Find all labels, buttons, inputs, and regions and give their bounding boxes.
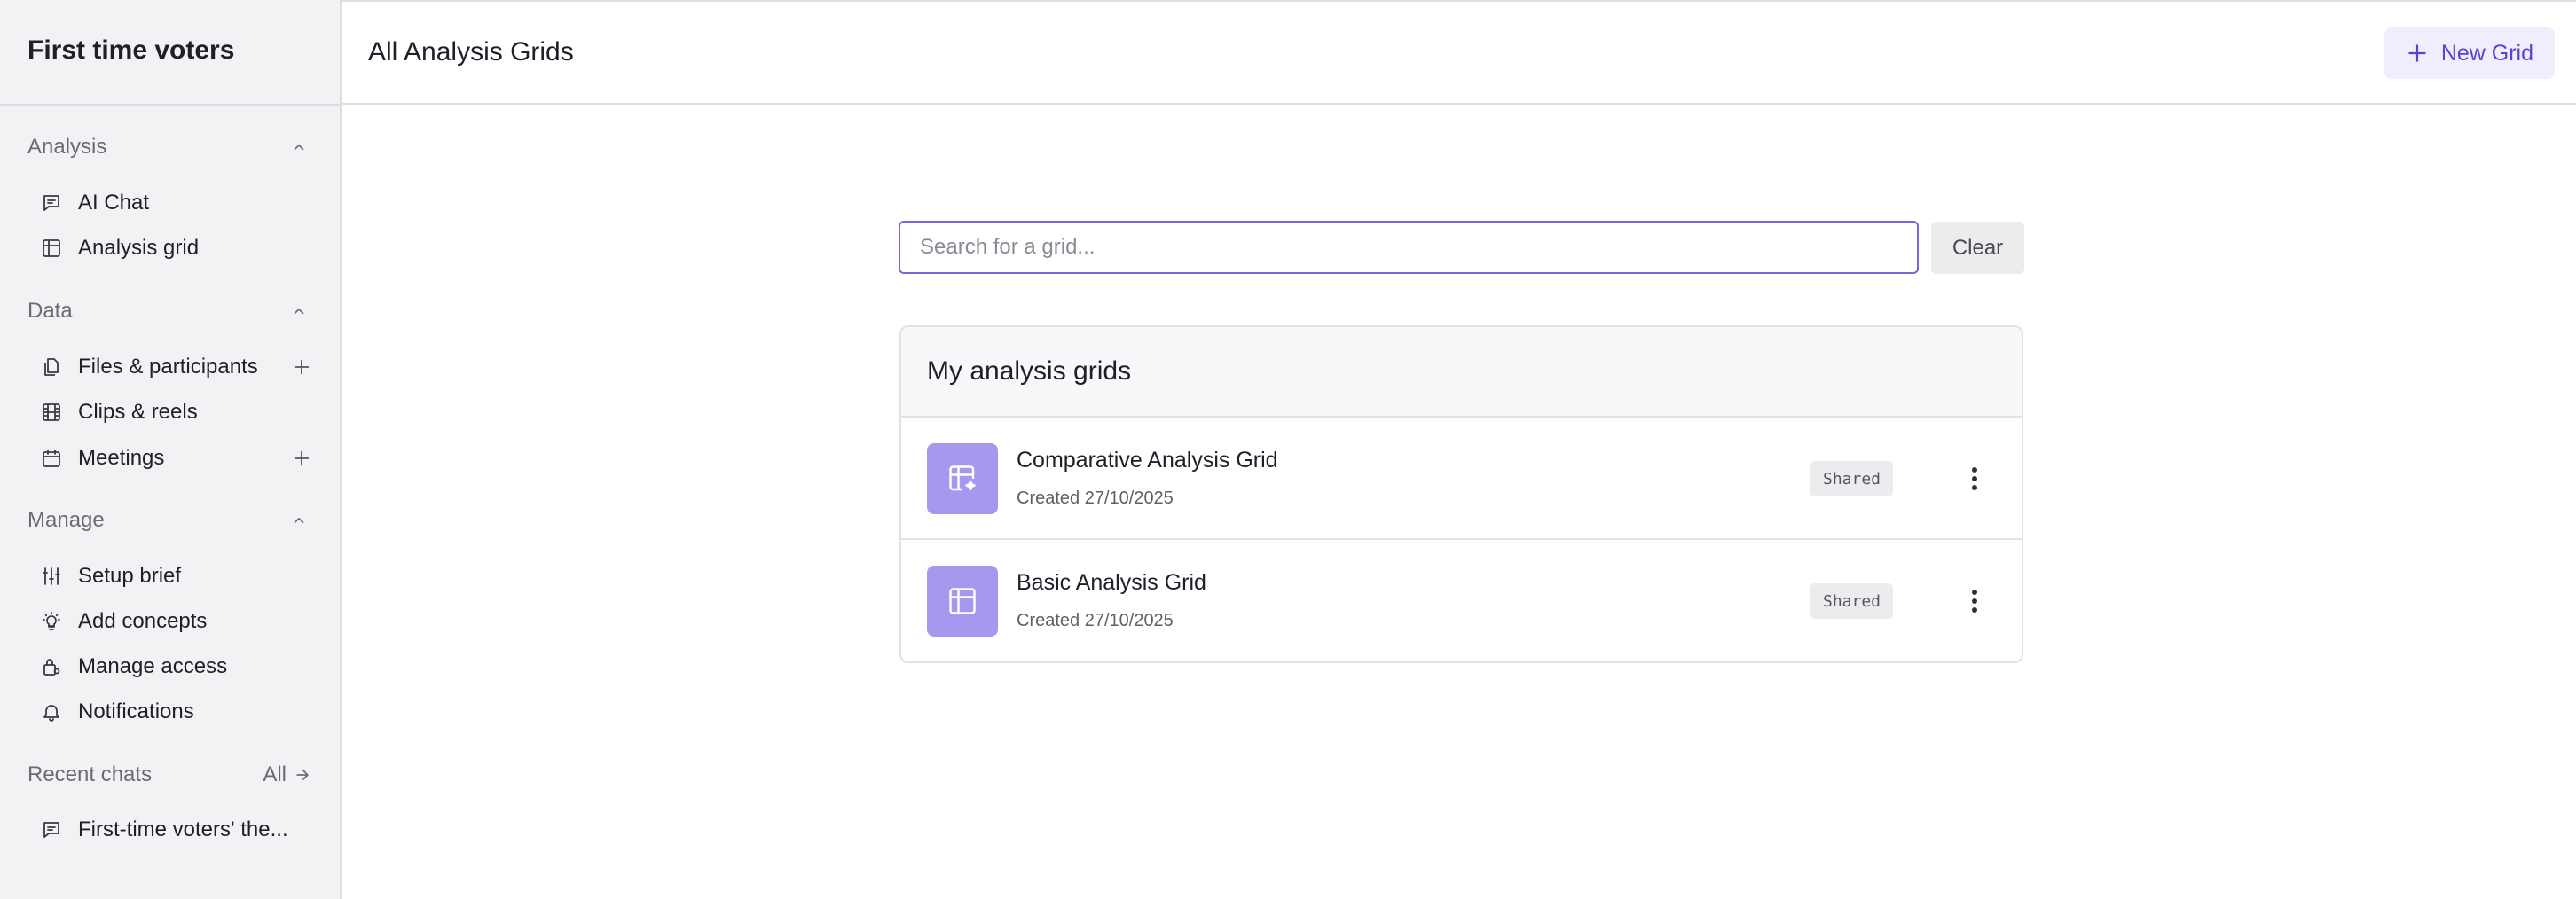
- search-input[interactable]: [899, 221, 1919, 274]
- sidebar-item-setup-brief[interactable]: Setup brief: [39, 557, 314, 596]
- calendar-icon: [39, 446, 64, 471]
- sidebar-item-label: Notifications: [78, 700, 194, 723]
- table-icon: [39, 236, 64, 261]
- sliders-icon: [39, 564, 64, 589]
- sidebar-item-ai-chat[interactable]: AI Chat: [39, 184, 314, 223]
- sidebar-item-label: Analysis grid: [78, 236, 200, 260]
- card-header: My analysis grids: [901, 327, 2022, 418]
- project-title: First time voters: [27, 35, 235, 65]
- chat-icon: [39, 191, 64, 215]
- sidebar-item-add-concepts[interactable]: Add concepts: [39, 602, 314, 641]
- grid-name[interactable]: Comparative Analysis Grid: [1017, 448, 1278, 473]
- new-grid-label: New Grid: [2440, 40, 2533, 66]
- section-data[interactable]: Data: [27, 293, 311, 329]
- lock-gear-icon: [39, 654, 64, 679]
- shared-badge: Shared: [1810, 583, 1894, 619]
- app: First time voters Analysis AI Chat Analy…: [0, 0, 2576, 899]
- grid-created-date: Created 27/10/2025: [1017, 611, 1174, 630]
- sidebar-item-analysis-grid[interactable]: Analysis grid: [39, 229, 314, 268]
- sidebar-item-label: Clips & reels: [78, 400, 198, 424]
- film-icon: [39, 400, 64, 425]
- sidebar-item-label: Meetings: [78, 446, 165, 470]
- section-recent-chats: Recent chats All: [27, 757, 311, 793]
- sidebar-divider: [0, 104, 340, 106]
- section-analysis[interactable]: Analysis: [27, 129, 311, 165]
- shared-badge: Shared: [1810, 461, 1894, 496]
- plus-icon[interactable]: [289, 355, 314, 379]
- sidebar: First time voters Analysis AI Chat Analy…: [0, 0, 342, 899]
- sidebar-item-notifications[interactable]: Notifications: [39, 692, 314, 731]
- lightbulb-icon: [39, 609, 64, 634]
- grid-row[interactable]: Comparative Analysis Grid Created 27/10/…: [901, 418, 2022, 540]
- bell-icon: [39, 700, 64, 724]
- grid-name[interactable]: Basic Analysis Grid: [1017, 570, 1206, 596]
- section-data-label: Data: [27, 299, 73, 323]
- chevron-up-icon[interactable]: [287, 299, 311, 324]
- card-heading: My analysis grids: [927, 356, 1132, 386]
- table-sparkle-icon: [927, 443, 998, 514]
- recent-chat-item[interactable]: First-time voters' the...: [39, 810, 314, 849]
- sidebar-item-meetings[interactable]: Meetings: [39, 439, 314, 478]
- top-header: All Analysis Grids New Grid: [342, 0, 2576, 105]
- analysis-grids-card: My analysis grids Comparative Analysis G…: [899, 325, 2023, 663]
- recent-all-link[interactable]: All: [263, 762, 311, 787]
- sidebar-item-manage-access[interactable]: Manage access: [39, 647, 314, 686]
- chat-icon: [39, 817, 64, 842]
- sidebar-item-clips[interactable]: Clips & reels: [39, 393, 314, 432]
- sidebar-item-label: Add concepts: [78, 609, 208, 633]
- plus-icon[interactable]: [289, 446, 314, 471]
- plus-icon: [2408, 44, 2426, 62]
- sidebar-item-label: Setup brief: [78, 564, 182, 588]
- arrow-right-icon: [296, 770, 309, 780]
- more-options-icon[interactable]: [1957, 583, 1992, 619]
- section-recent-label: Recent chats: [27, 762, 153, 786]
- grid-created-date: Created 27/10/2025: [1017, 489, 1174, 508]
- sidebar-item-label: Files & participants: [78, 355, 258, 379]
- more-options-icon[interactable]: [1957, 461, 1992, 496]
- page-title: All Analysis Grids: [368, 37, 574, 66]
- sidebar-item-label: AI Chat: [78, 191, 150, 215]
- chevron-up-icon[interactable]: [287, 135, 311, 160]
- section-manage[interactable]: Manage: [27, 503, 311, 538]
- clear-button[interactable]: Clear: [1931, 222, 2024, 274]
- section-analysis-label: Analysis: [27, 135, 107, 159]
- chevron-up-icon[interactable]: [287, 508, 311, 533]
- sidebar-item-label: Manage access: [78, 654, 228, 678]
- recent-all-label: All: [263, 762, 287, 786]
- grid-row[interactable]: Basic Analysis Grid Created 27/10/2025 S…: [901, 540, 2022, 661]
- new-grid-button[interactable]: New Grid: [2384, 27, 2555, 79]
- table-icon: [927, 566, 998, 637]
- section-manage-label: Manage: [27, 508, 105, 532]
- recent-chat-label: First-time voters' the...: [78, 817, 288, 841]
- files-icon: [39, 355, 64, 379]
- sidebar-item-files[interactable]: Files & participants: [39, 348, 314, 387]
